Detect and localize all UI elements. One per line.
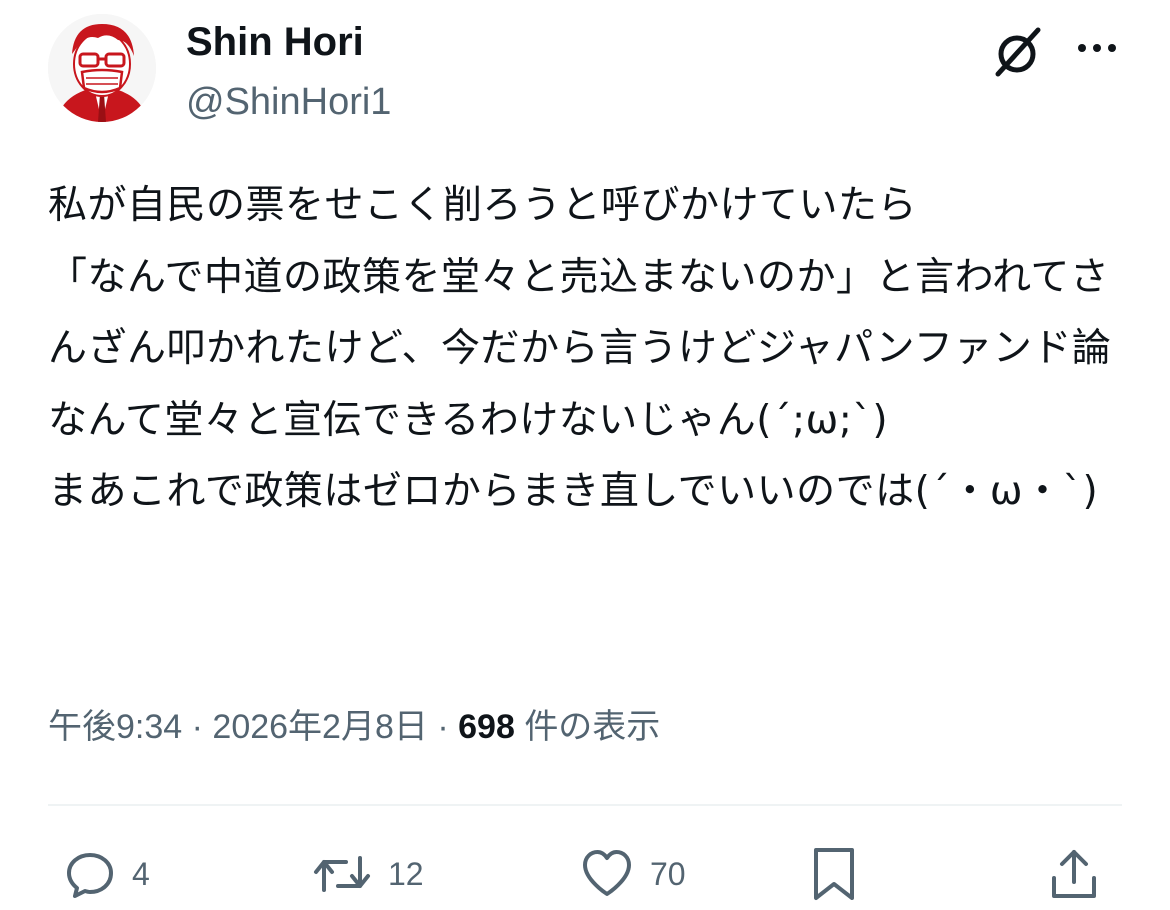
divider [48,804,1122,806]
action-bar: 4 12 70 [48,838,1122,910]
more-icon[interactable] [1072,28,1122,68]
meta-separator: · [191,708,203,746]
avatar-image [48,14,156,122]
tweet-header: Shin Hori @ShinHori1 [48,14,1122,134]
views-count[interactable]: 698 [458,708,515,746]
avatar[interactable] [48,14,156,122]
retweet-count: 12 [388,855,424,892]
retweet-button[interactable]: 12 [310,838,424,910]
reply-count: 4 [132,855,150,892]
meta-separator: · [437,708,449,746]
reply-icon [62,846,118,902]
share-icon [1046,844,1102,904]
views-label[interactable]: 件の表示 [524,708,660,746]
handle[interactable]: @ShinHori1 [186,78,391,126]
tweet-text: 私が自民の票をせこく削ろうと呼びかけていたら 「なんで中道の政策を堂々と売込まな… [48,183,1112,514]
retweet-icon [310,846,374,902]
display-name[interactable]: Shin Hori [186,18,391,66]
tweet-meta: 午後9:34 · 2026年2月8日 · 698 件の表示 [48,704,660,750]
reply-button[interactable]: 4 [62,838,150,910]
bookmark-button[interactable] [806,838,862,910]
author-names: Shin Hori @ShinHori1 [186,18,391,126]
share-button[interactable] [1046,838,1102,910]
like-count: 70 [650,855,686,892]
heart-icon [578,846,636,902]
grok-icon[interactable] [988,22,1048,82]
tweet-date[interactable]: 2026年2月8日 [212,708,427,746]
tweet-time[interactable]: 午後9:34 [48,708,182,746]
bookmark-icon [806,844,862,904]
like-button[interactable]: 70 [578,838,686,910]
